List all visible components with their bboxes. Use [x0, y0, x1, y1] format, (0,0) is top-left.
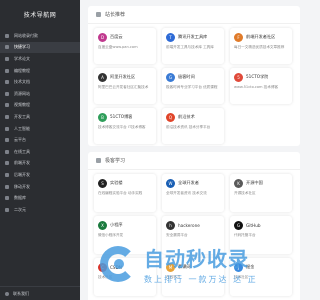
sidebar-item[interactable]: 移动开发	[0, 181, 80, 193]
nav-icon	[5, 172, 9, 177]
nav-icon	[5, 126, 9, 131]
sidebar-item[interactable]: 云平台	[0, 134, 80, 146]
panel-title: 极客学习	[88, 152, 300, 170]
site-icon: T	[166, 32, 175, 42]
site-icon: S	[98, 178, 107, 188]
site-card[interactable]: K 开源中国 开源技术社区	[230, 174, 292, 212]
site-card[interactable]: F 前端开发者社区 每日一文精选优质技术文章推荐	[230, 28, 292, 64]
sidebar-item[interactable]: 在线工具	[0, 146, 80, 158]
nav-icon	[5, 161, 9, 166]
site-icon: B	[98, 112, 107, 122]
site-logo[interactable]: 技术导航网	[0, 0, 80, 28]
nav-icon	[5, 184, 9, 189]
site-card[interactable]: A 阿里开发社区 阿里巴巴云开发者社区汇聚技术	[94, 68, 156, 104]
watermark-title: 自动秒收录	[144, 247, 249, 271]
site-icon: W	[166, 178, 175, 188]
sidebar-item[interactable]: 学术论文	[0, 53, 80, 65]
site-icon: Q	[166, 112, 175, 122]
watermark-logo-icon	[96, 242, 140, 286]
site-card[interactable]: Q 前沿技术 前沿技术资讯 技术分享平台	[162, 108, 224, 144]
sidebar-item[interactable]: 快捷学习	[0, 41, 80, 54]
site-icon: D	[98, 32, 107, 42]
site-card[interactable]: G 极客时间 极客时间专业学习平台 优质课程	[162, 68, 224, 104]
sidebar-item[interactable]: 开发工具	[0, 111, 80, 123]
watermark-subtitle: 数上排行 一款万达 达 正	[144, 275, 258, 284]
sidebar-nav: 网站收录付款 快捷学习 学术论文 编程教程 技术文档 资源网站 视频教程 开发工…	[0, 30, 80, 216]
watermark-overlay: 自动秒收录 数上排行 一款万达 达 正	[96, 236, 300, 292]
site-icon: h	[166, 220, 175, 230]
sidebar-item[interactable]: 二次元	[0, 204, 80, 216]
recommend-panel: 站长推荐 D 百度云 百度云盘www.pan.com T 腾讯开发工具库 前端开发工…	[88, 6, 300, 146]
nav-icon	[5, 33, 9, 38]
site-icon: 5	[234, 72, 243, 82]
site-icon: X	[98, 220, 107, 230]
sidebar-item[interactable]: 数据库	[0, 192, 80, 204]
sidebar: 技术导航网 网站收录付款 快捷学习 学术论文 编程教程 技术文档 资源网站 视频…	[0, 0, 80, 300]
sidebar-item[interactable]: 视频教程	[0, 100, 80, 112]
nav-icon	[5, 196, 9, 201]
site-icon: A	[98, 72, 107, 82]
site-card[interactable]: D 百度云 百度云盘www.pan.com	[94, 28, 156, 64]
nav-icon	[5, 68, 9, 73]
site-card[interactable]: W 全球开发者 全球开发者资讯 技术交流	[162, 174, 224, 212]
nav-icon	[5, 91, 9, 96]
nav-icon	[5, 80, 9, 85]
site-card[interactable]: S 实验楼 在线编程实验平台 动手实践	[94, 174, 156, 212]
sidebar-item[interactable]: 编程教程	[0, 65, 80, 77]
sidebar-item[interactable]: 资源网站	[0, 88, 80, 100]
nav-icon	[5, 149, 9, 154]
site-title: 技术导航网	[23, 11, 57, 19]
nav-icon	[5, 45, 9, 50]
sidebar-item[interactable]: 前端开发	[0, 158, 80, 170]
site-icon: G	[166, 72, 175, 82]
tag-icon	[96, 12, 101, 17]
nav-icon	[5, 56, 9, 61]
site-icon: K	[234, 178, 243, 188]
nav-icon	[5, 138, 9, 143]
site-card[interactable]: 5 51CTO学院 www.51cto.com 技术博客	[230, 68, 292, 104]
sidebar-item[interactable]: 技术文档	[0, 76, 80, 88]
sidebar-item[interactable]: 后端开发	[0, 169, 80, 181]
sidebar-item[interactable]: 网站收录付款	[0, 30, 80, 42]
tag-icon	[96, 158, 101, 163]
panel-title: 站长推荐	[88, 6, 300, 24]
nav-icon	[5, 103, 9, 108]
sidebar-footer[interactable]: 联系我们	[0, 286, 80, 300]
nav-icon	[5, 114, 9, 119]
nav-icon	[5, 207, 9, 212]
site-icon: F	[234, 32, 243, 42]
sidebar-item[interactable]: 人工智能	[0, 123, 80, 135]
site-card[interactable]: T 腾讯开发工具库 前端开发工具与技术库 工具库	[162, 28, 224, 64]
contact-icon	[5, 291, 9, 296]
site-card[interactable]: B 51CTO博客 技术博客交流平台 IT技术博客	[94, 108, 156, 144]
site-icon: G	[234, 220, 243, 230]
